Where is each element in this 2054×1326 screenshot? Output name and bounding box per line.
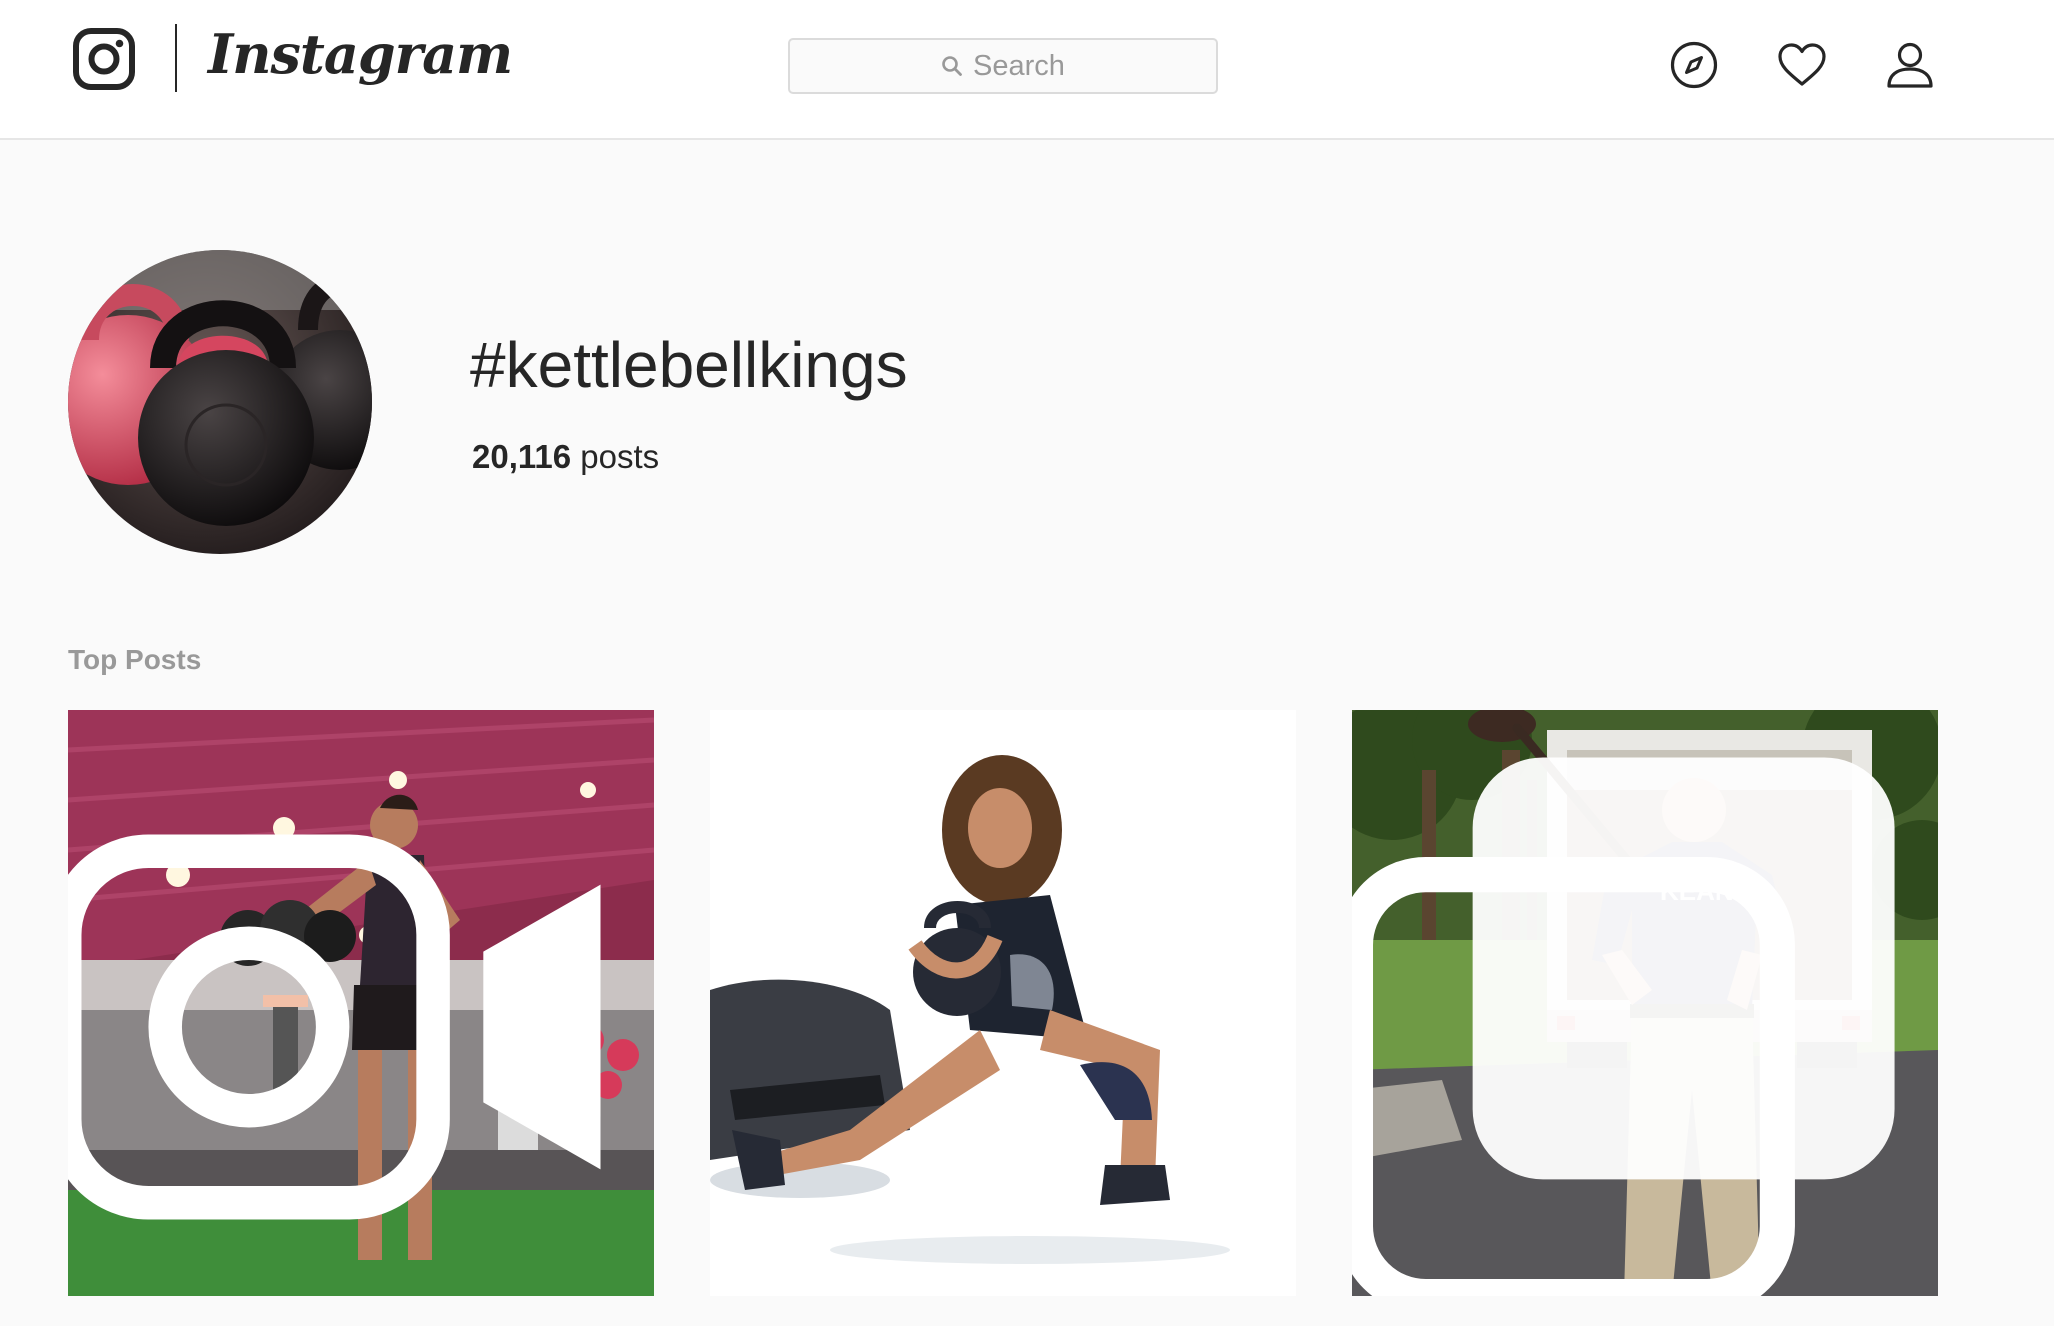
post-count-label: posts	[580, 438, 660, 475]
post-image-squat	[710, 710, 1296, 1296]
compass-icon[interactable]	[1668, 39, 1720, 91]
user-icon[interactable]	[1884, 39, 1936, 91]
hashtag-title: #kettlebellkings	[470, 329, 908, 401]
search-placeholder: Search	[973, 49, 1065, 82]
hashtag-avatar	[68, 250, 372, 554]
post-thumbnail[interactable]: KEAN	[1352, 710, 1938, 1296]
top-posts-grid: KEAN	[68, 710, 1938, 1296]
post-count-number: 20,116	[472, 438, 572, 475]
top-posts-heading: Top Posts	[68, 644, 202, 675]
search-icon	[942, 56, 962, 76]
instagram-camera-icon[interactable]	[72, 27, 136, 91]
post-thumbnail[interactable]	[710, 710, 1296, 1296]
heart-icon[interactable]	[1776, 39, 1828, 91]
top-navigation-bar: Instagram Search	[0, 0, 2054, 140]
logo-divider	[175, 24, 177, 92]
instagram-wordmark[interactable]: Instagram	[208, 22, 513, 86]
carousel-icon	[1352, 757, 1895, 1296]
post-thumbnail[interactable]	[68, 710, 654, 1296]
search-input[interactable]: Search	[788, 38, 1218, 94]
igtv-icon	[68, 834, 601, 1220]
post-count: 20,116 posts	[472, 438, 659, 476]
